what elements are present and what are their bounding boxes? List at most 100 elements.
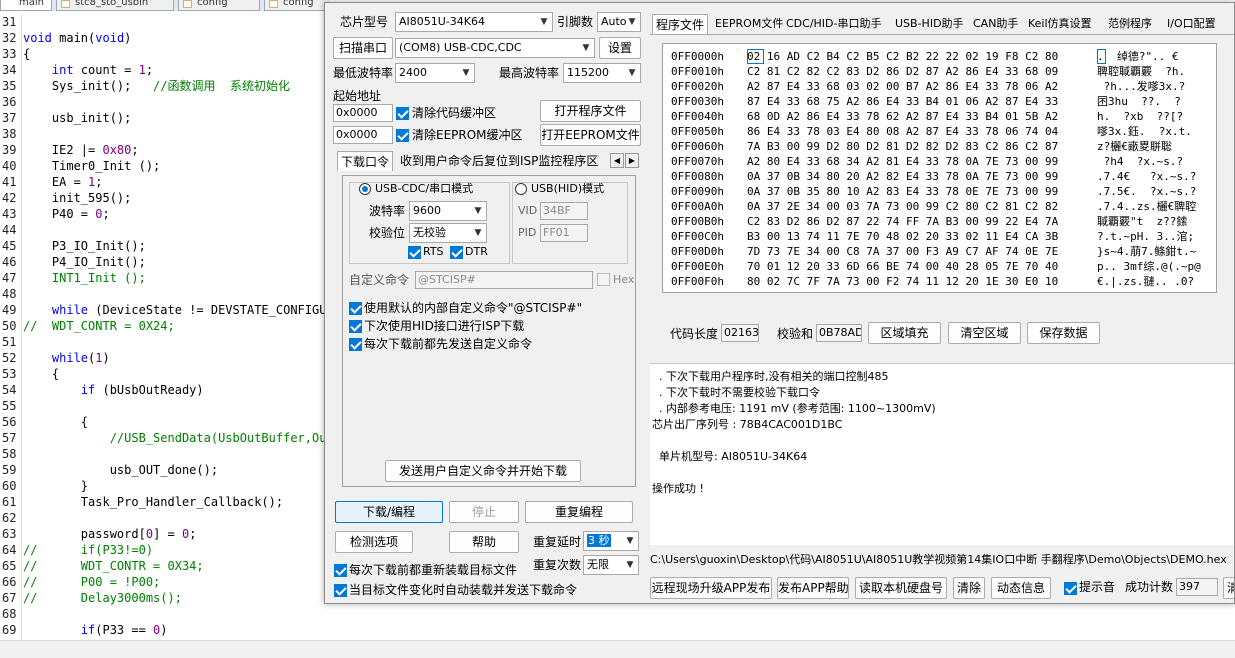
tab-scroll-left-icon[interactable]: ◀ (610, 153, 624, 168)
tab-cdc-hid-serial[interactable]: CDC/HID-串口助手 (783, 14, 885, 34)
tab-scroll-right-icon[interactable]: ▶ (625, 153, 639, 168)
code-line[interactable]: 41 EA = 1; (0, 174, 330, 190)
download-program-button[interactable]: 下载/编程 (335, 501, 443, 523)
hex-row[interactable]: 0FF0060h 7A B3 00 99 D2 80 D2 81 D2 82 D2… (663, 139, 1216, 154)
use-hid-next-checkbox[interactable] (349, 320, 362, 333)
editor-tab-usb[interactable]: stc8_sto_usbin (56, 0, 174, 11)
chip-model-select[interactable]: AI8051U-34K64 ▼ (395, 12, 553, 32)
code-line[interactable]: 65 // WDT_CONTR = 0X34; (0, 558, 330, 574)
auto-reload-checkbox[interactable] (334, 584, 347, 597)
editor-tab-config-2[interactable]: config (264, 0, 330, 11)
fill-area-button[interactable]: 区域填充 (868, 322, 941, 344)
code-line[interactable]: 46 P4_IO_Init(); (0, 254, 330, 270)
baud-rate-select[interactable]: 9600 ▼ (409, 201, 487, 221)
repeat-program-button[interactable]: 重复编程 (525, 501, 633, 523)
code-line[interactable]: 69 if(P33 == 0) (0, 622, 330, 638)
reload-before-download-checkbox[interactable] (334, 564, 347, 577)
hex-row[interactable]: 0FF0050h 86 E4 33 78 03 E4 80 08 A2 87 E4… (663, 124, 1216, 139)
hex-row[interactable]: 0FF0090h 0A 37 0B 35 80 10 A2 83 E4 33 78… (663, 184, 1216, 199)
tab-reset-to-isp[interactable]: 收到用户命令后复位到ISP监控程序区 (397, 151, 601, 171)
send-custom-and-download-button[interactable]: 发送用户自定义命令并开始下载 (385, 460, 581, 482)
min-baud-select[interactable]: 2400 ▼ (395, 63, 475, 83)
tab-keil-emu[interactable]: Keil仿真设置 (1025, 14, 1095, 34)
code-line[interactable]: 59 usb_OUT_done(); (0, 462, 330, 478)
hex-row[interactable]: 0FF0000h 02 16 AD C2 B4 C2 B5 C2 B2 22 22… (663, 49, 1216, 64)
code-line[interactable]: 36 (0, 94, 330, 110)
code-line[interactable]: 43 P40 = 0; (0, 206, 330, 222)
code-line[interactable]: 61 Task_Pro_Handler_Callback(); (0, 494, 330, 510)
eeprom-start-address-input[interactable]: 0x0000 (333, 126, 393, 144)
code-line[interactable]: 50 // WDT_CONTR = 0X24; (0, 318, 330, 334)
code-line[interactable]: 63 password[0] = 0; (0, 526, 330, 542)
hex-row[interactable]: 0FF00D0h 7D 73 7E 34 00 C8 7A 37 00 F3 A9… (663, 244, 1216, 259)
dynamic-info-button[interactable]: 动态信息 (991, 577, 1051, 599)
hex-row[interactable]: 0FF00B0h C2 83 D2 86 D2 87 22 74 FF 7A B3… (663, 214, 1216, 229)
code-line[interactable]: 38 (0, 126, 330, 142)
code-area[interactable]: 31 32 void main(void) 33{34 int count = 1; 3… (0, 14, 330, 642)
code-line[interactable]: 51 (0, 334, 330, 350)
code-line[interactable]: 31 (0, 14, 330, 30)
check-options-button[interactable]: 检测选项 (335, 531, 413, 553)
tab-io-config[interactable]: I/O口配置 (1164, 14, 1219, 34)
pin-count-select[interactable]: Auto ▼ (597, 12, 641, 32)
open-program-file-button[interactable]: 打开程序文件 (540, 100, 641, 122)
dtr-checkbox[interactable] (450, 246, 463, 259)
code-line[interactable]: 47 INT1_Init (); (0, 270, 330, 286)
hex-viewer[interactable]: 0FF0000h 02 16 AD C2 B4 C2 B5 C2 B2 22 22… (662, 43, 1217, 293)
code-line[interactable]: 55 (0, 398, 330, 414)
beep-checkbox[interactable] (1064, 582, 1077, 595)
code-line[interactable]: 54 if (bUsbOutReady) (0, 382, 330, 398)
code-line[interactable]: 57 //USB_SendData(UsbOutBuffer,OutNumber… (0, 430, 330, 446)
code-line[interactable]: 67 // Delay3000ms(); (0, 590, 330, 606)
help-button[interactable]: 帮助 (449, 531, 519, 553)
send-custom-before-checkbox[interactable] (349, 338, 362, 351)
code-line[interactable]: 60 } (0, 478, 330, 494)
hex-row[interactable]: 0FF0020h A2 87 E4 33 68 03 02 00 B7 A2 86… (663, 79, 1216, 94)
clear-eeprom-buffer-checkbox[interactable] (396, 129, 409, 142)
custom-command-input[interactable]: @STCISP# (415, 271, 593, 289)
hex-row[interactable]: 0FF0030h 87 E4 33 68 75 A2 86 E4 33 B4 01… (663, 94, 1216, 109)
tab-can[interactable]: CAN助手 (970, 14, 1021, 34)
code-line[interactable]: 33 { (0, 46, 330, 62)
clear-area-button[interactable]: 清空区域 (948, 322, 1021, 344)
code-line[interactable]: 44 (0, 222, 330, 238)
hex-checkbox[interactable] (597, 273, 610, 286)
parity-select[interactable]: 无校验 ▼ (409, 223, 487, 243)
port-select[interactable]: (COM8) USB-CDC,CDC ▼ (395, 38, 595, 58)
hex-row[interactable]: 0FF0040h 68 0D A2 86 E4 33 78 62 A2 87 E4… (663, 109, 1216, 124)
remote-upgrade-button[interactable]: 远程现场升级APP发布 (650, 577, 772, 599)
code-line[interactable]: 62 (0, 510, 330, 526)
output-log[interactable]: . 下次下载用户程序时,没有相关的端口控制485 . 下次下载时不需要校验下载口… (650, 363, 1234, 545)
editor-tab-config[interactable]: config (178, 0, 260, 11)
code-line[interactable]: 37 usb_init(); (0, 110, 330, 126)
open-eeprom-file-button[interactable]: 打开EEPROM文件 (540, 124, 641, 146)
code-line[interactable]: 56 { (0, 414, 330, 430)
code-line[interactable]: 66 // P00 = !P00; (0, 574, 330, 590)
repeat-count-select[interactable]: 无限 ▼ (583, 555, 639, 575)
code-line[interactable]: 49 while (DeviceState != DEVSTATE_CONFIG… (0, 302, 330, 318)
hex-row[interactable]: 0FF0070h A2 80 E4 33 68 34 A2 81 E4 33 78… (663, 154, 1216, 169)
pid-input[interactable]: FF01 (540, 224, 588, 242)
code-line[interactable]: 32 void main(void) (0, 30, 330, 46)
usb-cdc-mode-radio[interactable] (359, 183, 371, 195)
clear-count-button[interactable]: 清 (1223, 577, 1234, 599)
tab-examples[interactable]: 范例程序 (1105, 14, 1155, 34)
hex-row[interactable]: 0FF00E0h 70 01 12 20 33 6D 66 BE 74 00 40… (663, 259, 1216, 274)
port-settings-button[interactable]: 设置 (599, 37, 641, 59)
code-line[interactable]: 48 (0, 286, 330, 302)
code-line[interactable]: 39 IE2 |= 0x80; (0, 142, 330, 158)
editor-tab-main[interactable]: main (0, 0, 52, 11)
code-line[interactable]: 40 Timer0_Init (); (0, 158, 330, 174)
horizontal-scrollbar[interactable] (0, 640, 1235, 658)
save-data-button[interactable]: 保存数据 (1027, 322, 1100, 344)
use-default-command-checkbox[interactable] (349, 302, 362, 315)
usb-hid-mode-radio[interactable] (515, 183, 527, 195)
tab-download-password[interactable]: 下载口令 (337, 151, 394, 171)
tab-program-file[interactable]: 程序文件 (652, 14, 709, 34)
code-start-address-input[interactable]: 0x0000 (333, 104, 393, 122)
vid-input[interactable]: 34BF (540, 202, 588, 220)
read-disk-id-button[interactable]: 读取本机硬盘号 (855, 577, 947, 599)
code-line[interactable]: 42 init_595(); (0, 190, 330, 206)
hex-row[interactable]: 0FF00C0h B3 00 13 74 11 7E 70 48 02 20 33… (663, 229, 1216, 244)
rts-checkbox[interactable] (408, 246, 421, 259)
